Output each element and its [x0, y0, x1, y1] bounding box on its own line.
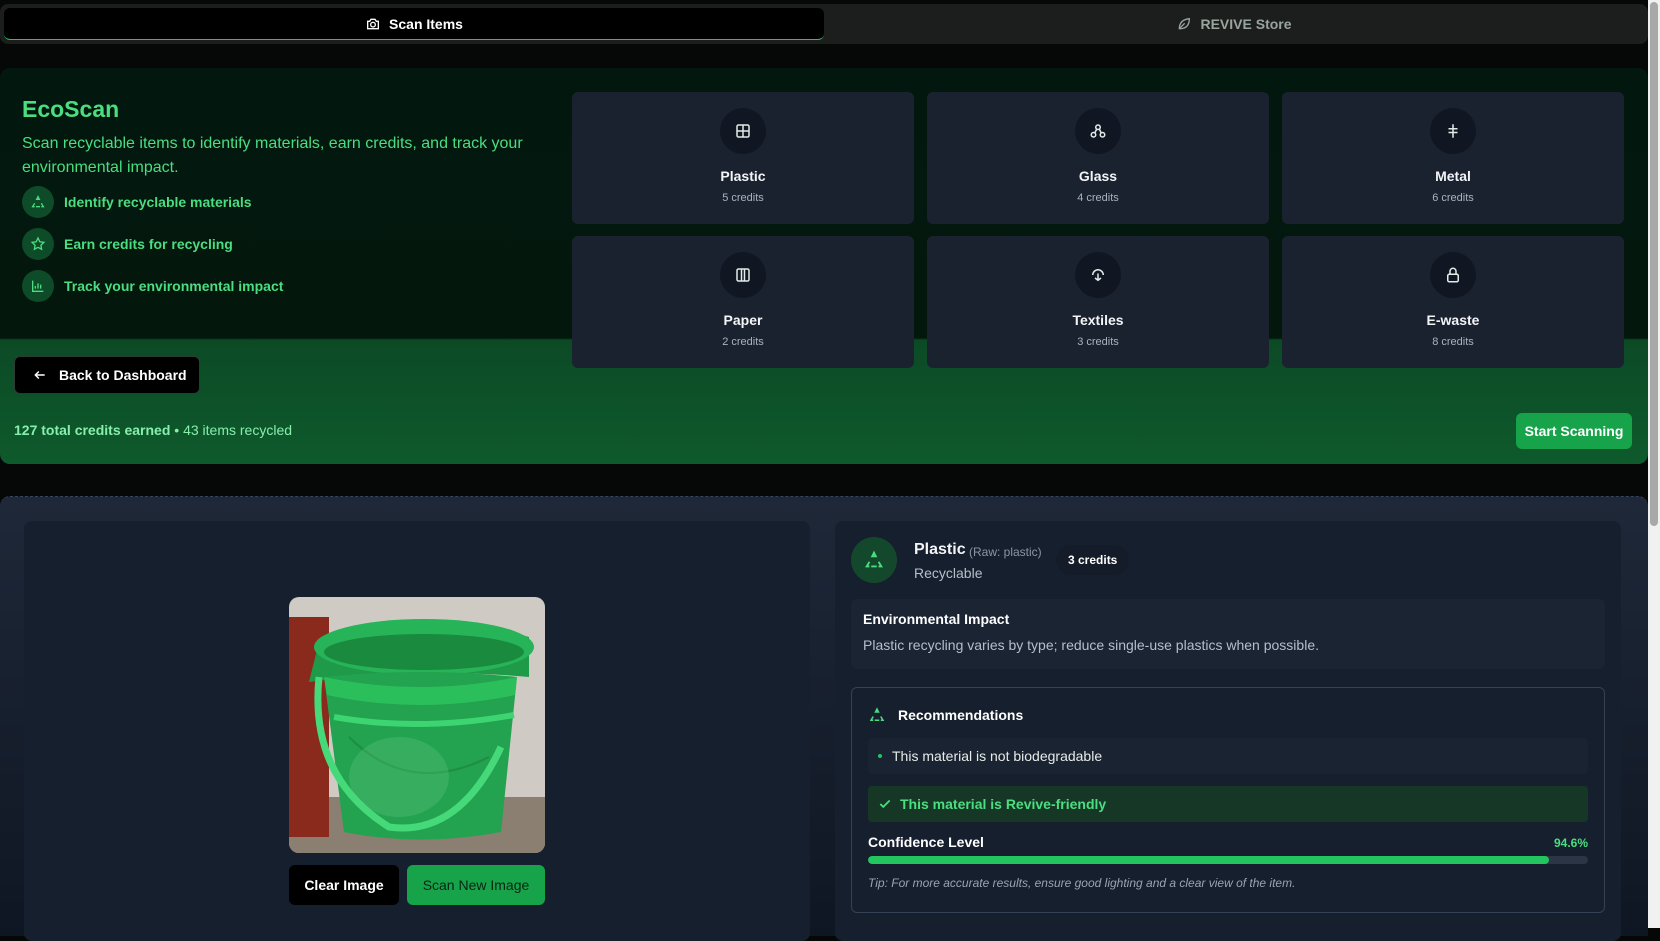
material-card-metal[interactable]: Metal 6 credits	[1282, 92, 1624, 224]
env-description: Plastic recycling varies by type; reduce…	[863, 637, 1319, 653]
glass-icon	[1075, 108, 1121, 154]
feature-identify-label: Identify recyclable materials	[64, 194, 252, 210]
env-title: Environmental Impact	[863, 611, 1010, 627]
back-label: Back to Dashboard	[59, 367, 187, 383]
material-credits: 8 credits	[1432, 336, 1474, 348]
revive-friendly-badge: This material is Revive-friendly	[868, 786, 1588, 822]
leaf-icon	[1179, 17, 1191, 30]
feature-track: Track your environmental impact	[22, 270, 283, 302]
recommendations-title: Recommendations	[898, 707, 1024, 723]
material-card-textiles[interactable]: Textiles 3 credits	[927, 236, 1269, 368]
scan-new-image-button[interactable]: Scan New Image	[407, 865, 545, 905]
metal-icon	[1430, 108, 1476, 154]
material-name: Paper	[723, 312, 763, 328]
material-name: Plastic	[720, 168, 766, 184]
environmental-impact: Environmental Impact Plastic recycling v…	[851, 599, 1605, 669]
ecoscan-hero: EcoScan Scan recyclable items to identif…	[0, 68, 1648, 464]
material-name: Glass	[1078, 168, 1118, 184]
result-panel: Plastic (Raw: plastic) Recyclable 3 cred…	[835, 521, 1621, 941]
scan-tip: Tip: For more accurate results, ensure g…	[868, 876, 1296, 890]
image-panel: Clear Image Scan New Image	[24, 521, 810, 941]
material-credits: 3 credits	[1077, 336, 1119, 348]
material-name: Textiles	[1072, 312, 1124, 328]
ewaste-icon	[1430, 252, 1476, 298]
material-credits: 5 credits	[722, 192, 764, 204]
confidence-bar-fill	[868, 856, 1550, 864]
recycle-icon	[22, 186, 54, 218]
material-name: E-waste	[1426, 312, 1480, 328]
result-credits-badge: 3 credits	[1056, 545, 1130, 575]
recommendation-text: This material is not biodegradable	[892, 748, 1103, 764]
material-card-paper[interactable]: Paper 2 credits	[572, 236, 914, 368]
bullet-icon	[878, 754, 882, 758]
confidence-bar	[868, 856, 1588, 864]
result-raw: (Raw: plastic)	[969, 545, 1042, 559]
tab-bar: Scan Items REVIVE Store	[0, 4, 1648, 44]
recommendations-header: Recommendations	[868, 706, 1023, 724]
back-to-dashboard-button[interactable]: Back to Dashboard	[14, 356, 200, 394]
confidence-value: 94.6%	[1553, 836, 1588, 850]
total-credits: 127 total credits earned	[14, 422, 171, 438]
scanned-image	[289, 597, 545, 853]
page-title: EcoScan	[22, 96, 120, 122]
material-credits: 6 credits	[1432, 192, 1474, 204]
arrow-left-icon	[34, 370, 45, 380]
scrollbar[interactable]	[1648, 0, 1660, 928]
textiles-icon	[1075, 252, 1121, 298]
feature-earn: Earn credits for recycling	[22, 228, 233, 260]
result-material: Plastic	[914, 541, 966, 558]
feature-earn-label: Earn credits for recycling	[64, 236, 233, 252]
result-status: Recyclable	[914, 565, 983, 581]
scrollbar-thumb[interactable]	[1650, 2, 1658, 526]
tab-scan-items[interactable]: Scan Items	[4, 8, 824, 40]
material-card-ewaste[interactable]: E-waste 8 credits	[1282, 236, 1624, 368]
recycle-icon	[851, 537, 897, 583]
material-credits: 4 credits	[1077, 192, 1119, 204]
material-name: Metal	[1435, 168, 1471, 184]
scan-section: Clear Image Scan New Image Plastic (Raw:…	[0, 496, 1648, 941]
hero-description: Scan recyclable items to identify materi…	[22, 135, 523, 176]
recommendations-box: Recommendations This material is not bio…	[851, 687, 1605, 913]
feature-identify: Identify recyclable materials	[22, 186, 252, 218]
tab-revive-store[interactable]: REVIVE Store	[824, 8, 1644, 40]
material-card-plastic[interactable]: Plastic 5 credits	[572, 92, 914, 224]
plastic-icon	[720, 108, 766, 154]
recycle-icon	[869, 707, 885, 721]
star-icon	[22, 228, 54, 260]
clear-image-button[interactable]: Clear Image	[289, 865, 399, 905]
check-icon	[879, 799, 891, 809]
recommendation-item: This material is not biodegradable	[868, 738, 1588, 774]
camera-icon	[367, 18, 380, 29]
tab-scan-items-label: Scan Items	[389, 15, 463, 32]
revive-friendly-text: This material is Revive-friendly	[900, 796, 1107, 812]
confidence-label: Confidence Level	[868, 834, 984, 850]
material-card-glass[interactable]: Glass 4 credits	[927, 92, 1269, 224]
paper-icon	[720, 252, 766, 298]
tab-revive-store-label: REVIVE Store	[1200, 16, 1292, 32]
material-grid: Plastic 5 credits Glass 4 credits Metal …	[572, 92, 1624, 368]
bar-chart-icon	[22, 270, 54, 302]
material-credits: 2 credits	[722, 336, 764, 348]
items-recycled: • 43 items recycled	[170, 422, 293, 438]
credits-summary: 127 total credits earned • 43 items recy…	[14, 422, 292, 438]
start-scanning-button[interactable]: Start Scanning	[1516, 413, 1632, 449]
feature-track-label: Track your environmental impact	[64, 278, 284, 294]
